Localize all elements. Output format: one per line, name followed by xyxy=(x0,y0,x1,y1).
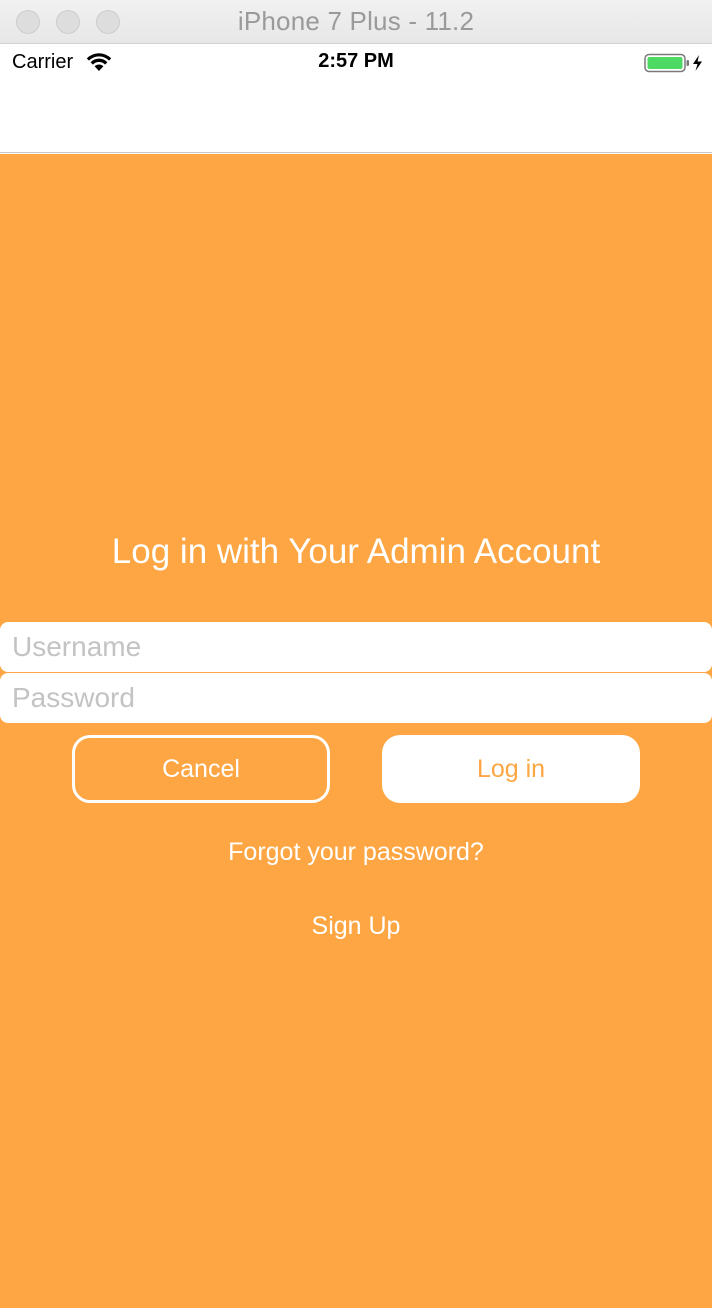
status-time: 2:57 PM xyxy=(318,50,394,72)
password-field-container xyxy=(0,673,712,723)
simulator-window: iPhone 7 Plus - 11.2 Carrier 2:57 PM Log… xyxy=(0,0,712,1308)
login-heading: Log in with Your Admin Account xyxy=(111,532,601,571)
navigation-bar xyxy=(0,80,712,153)
forgot-password-link[interactable]: Forgot your password? xyxy=(228,838,484,866)
window-title: iPhone 7 Plus - 11.2 xyxy=(237,6,475,36)
username-field-container xyxy=(0,622,712,672)
username-input[interactable] xyxy=(12,631,700,663)
window-title-bar: iPhone 7 Plus - 11.2 xyxy=(0,0,712,44)
login-screen: Log in with Your Admin Account Cancel Lo… xyxy=(0,154,712,1308)
login-button[interactable]: Log in xyxy=(382,735,640,803)
sign-up-row: Sign Up xyxy=(0,912,712,941)
cancel-button[interactable]: Cancel xyxy=(72,735,330,803)
status-bar: Carrier 2:57 PM xyxy=(0,44,712,80)
forgot-password-row: Forgot your password? xyxy=(0,838,712,867)
sign-up-link[interactable]: Sign Up xyxy=(312,912,401,940)
battery-charging-icon xyxy=(644,53,702,73)
password-input[interactable] xyxy=(12,682,700,714)
